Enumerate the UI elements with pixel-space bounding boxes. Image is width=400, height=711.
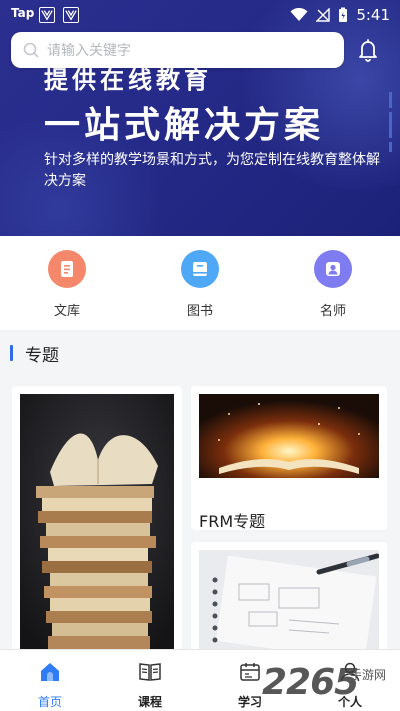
banner-decor-stripe	[389, 142, 392, 152]
nav-label: 首页	[37, 695, 62, 709]
category-bar: 文库 图书 名师	[0, 236, 400, 330]
home-icon	[41, 663, 59, 681]
calendar-icon	[240, 663, 260, 681]
carrier-label: Tap	[11, 6, 35, 20]
book-stack-image	[20, 394, 174, 650]
bell-icon[interactable]	[356, 38, 380, 62]
book-icon	[181, 250, 219, 288]
category-label: 文库	[53, 304, 80, 319]
glowing-book-image	[199, 394, 379, 478]
section-header: 专题	[10, 342, 59, 366]
notification-icon	[39, 7, 55, 23]
category-books[interactable]: 图书	[160, 250, 240, 319]
card-caption: FRM专题	[199, 512, 266, 530]
wifi-icon	[290, 8, 308, 21]
banner-description: 针对多样的教学场景和方式，为您定制在线教育整体解决方案	[44, 152, 380, 189]
watermark-logo: 2265	[262, 662, 359, 703]
status-bar: Tap 5:41	[0, 0, 400, 30]
category-wenku[interactable]: 文库	[27, 250, 107, 319]
clock: 5:41	[356, 6, 390, 24]
battery-icon	[339, 7, 348, 22]
nav-courses[interactable]: 课程	[120, 660, 180, 710]
no-signal-icon	[316, 8, 331, 22]
topic-card-frm[interactable]: FRM专题	[191, 386, 387, 530]
notebook-image	[199, 550, 380, 652]
nav-home[interactable]: 首页	[20, 660, 80, 710]
person-icon	[314, 250, 352, 288]
banner-decor-stripe	[389, 112, 392, 138]
nav-label: 课程	[137, 695, 162, 709]
category-label: 图书	[186, 304, 213, 319]
topic-card[interactable]	[191, 542, 387, 652]
section-title: 专题	[25, 345, 59, 366]
banner-title-main: 一站式解决方案	[44, 105, 325, 146]
category-label: 名师	[319, 304, 346, 319]
banner-decor-stripe	[389, 92, 392, 108]
topic-card[interactable]	[12, 386, 182, 650]
document-icon	[48, 250, 86, 288]
search-icon	[23, 42, 39, 58]
notification-icon	[63, 7, 79, 23]
watermark-sub: 手游网	[350, 668, 387, 682]
category-teachers[interactable]: 名师	[293, 250, 373, 319]
search-input[interactable]: 请输入关键字	[11, 32, 344, 68]
search-placeholder: 请输入关键字	[47, 43, 131, 59]
open-book-icon	[139, 663, 161, 681]
section-accent-bar	[10, 345, 13, 361]
